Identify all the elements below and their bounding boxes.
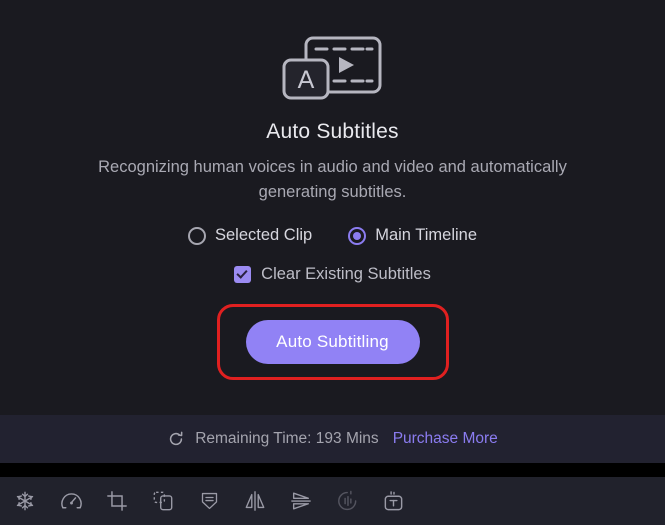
- crop-icon[interactable]: [94, 477, 140, 525]
- radio-selected-clip-label: Selected Clip: [214, 226, 313, 244]
- radio-main-timeline[interactable]: Main Timeline: [348, 226, 477, 245]
- remaining-time-footer: Remaining Time: 193 Mins Purchase More: [0, 415, 665, 463]
- checkbox-indicator[interactable]: [234, 266, 252, 283]
- speed-gauge-icon[interactable]: [48, 477, 94, 525]
- snowflake-icon[interactable]: [2, 477, 48, 525]
- svg-text:A: A: [297, 66, 314, 94]
- radio-selected-clip-indicator[interactable]: [187, 226, 206, 245]
- radio-main-timeline-indicator[interactable]: [348, 226, 367, 245]
- auto-subtitles-panel: A Auto Subtitles Recognizing human voice…: [0, 0, 665, 525]
- panel-body: A Auto Subtitles Recognizing human voice…: [0, 0, 665, 415]
- page-title: Auto Subtitles: [266, 120, 399, 143]
- source-radio-group: Selected Clip Main Timeline: [187, 226, 477, 245]
- auto-subtitling-button[interactable]: Auto Subtitling: [245, 320, 420, 364]
- add-text-icon[interactable]: [370, 477, 416, 525]
- panel-description: Recognizing human voices in audio and vi…: [98, 158, 567, 201]
- toolbar-separator: [0, 463, 665, 477]
- remaining-time-text: Remaining Time: 193 Mins: [195, 430, 379, 447]
- auto-subtitles-icon: A: [278, 32, 388, 104]
- checkbox-label: Clear Existing Subtitles: [261, 265, 431, 283]
- purchase-more-link[interactable]: Purchase More: [393, 430, 498, 448]
- badge-lines-icon[interactable]: [186, 477, 232, 525]
- action-button-zone: Auto Subtitling: [216, 304, 449, 380]
- refresh-icon[interactable]: [167, 430, 185, 448]
- clear-existing-subtitles-checkbox[interactable]: Clear Existing Subtitles: [234, 265, 431, 284]
- radio-selected-clip[interactable]: Selected Clip: [187, 226, 313, 245]
- flip-vertical-icon[interactable]: [278, 477, 324, 525]
- mask-icon[interactable]: [140, 477, 186, 525]
- audio-bubble-icon[interactable]: [324, 477, 370, 525]
- bottom-toolbar: [0, 477, 665, 525]
- radio-main-timeline-label: Main Timeline: [375, 226, 478, 244]
- flip-horizontal-icon[interactable]: [232, 477, 278, 525]
